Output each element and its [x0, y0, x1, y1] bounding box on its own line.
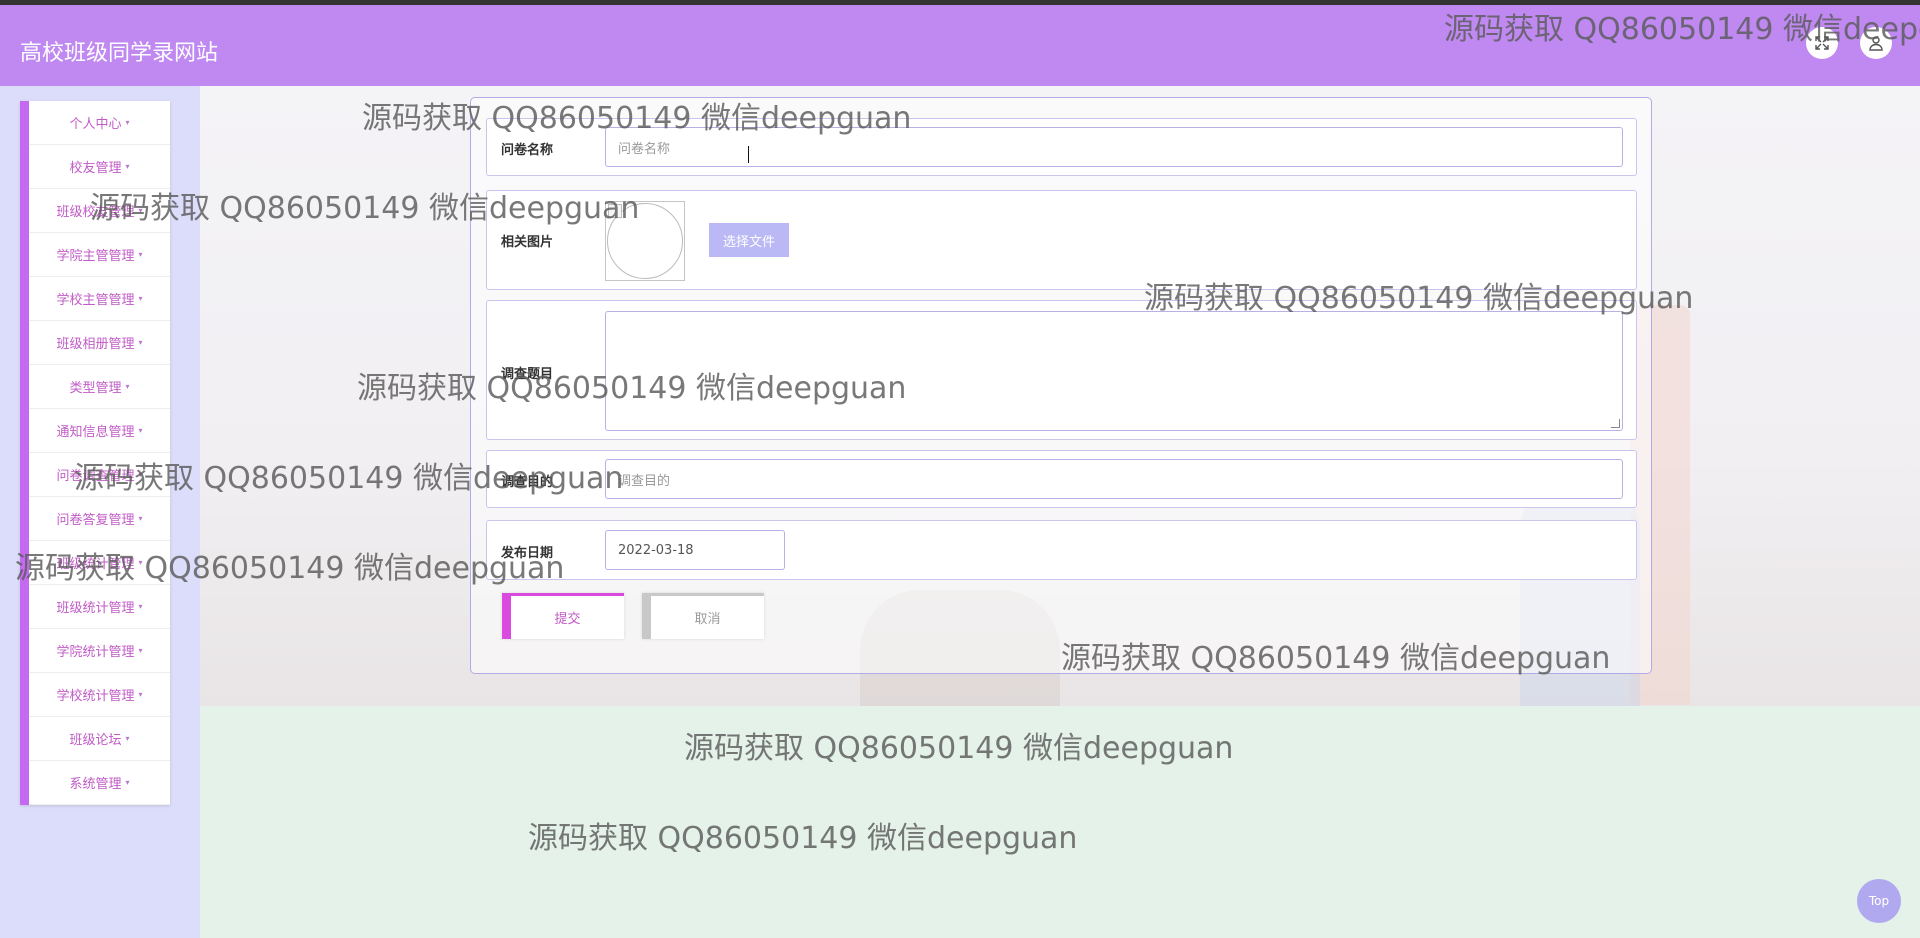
resize-handle-icon[interactable]	[1611, 419, 1620, 428]
watermark-text: 源码获取 QQ86050149 微信deepguan	[1061, 641, 1611, 676]
cancel-button[interactable]: 取消	[642, 593, 764, 639]
sidebar-item-personal-center[interactable]: 个人中心 ▾	[29, 101, 170, 145]
sidebar-item-label: 学校主管管理	[56, 293, 135, 308]
caret-down-icon: ▾	[125, 734, 130, 743]
caret-down-icon: ▾	[125, 118, 130, 127]
choose-file-button[interactable]: 选择文件	[709, 223, 789, 257]
form-row-date: 发布日期 2022-03-18	[486, 520, 1637, 580]
caret-down-icon: ▾	[138, 514, 143, 523]
survey-name-placeholder: 问卷名称	[618, 141, 671, 157]
watermark-text: 源码获取 QQ86050149 微信deepguan	[1144, 281, 1694, 316]
caret-down-icon: ▾	[138, 602, 143, 611]
caret-down-icon: ▾	[125, 162, 130, 171]
sidebar-item-college-admin[interactable]: 学院主管管理 ▾	[29, 233, 170, 277]
sidebar-item-school-stats[interactable]: 学校统计管理 ▾	[29, 673, 170, 717]
watermark-text: 源码获取 QQ86050149 微信deepguan	[362, 101, 912, 136]
sidebar-item-label: 班级相册管理	[56, 337, 135, 352]
image-label: 相关图片	[501, 235, 554, 250]
text-cursor	[748, 146, 749, 163]
sidebar-item-college-stats[interactable]: 学院统计管理 ▾	[29, 629, 170, 673]
sidebar-item-label: 学院主管管理	[56, 249, 135, 264]
submit-button[interactable]: 提交	[502, 593, 624, 639]
caret-down-icon: ▾	[138, 426, 143, 435]
sidebar-item-label: 问卷答复管理	[56, 513, 135, 528]
sidebar-item-system[interactable]: 系统管理 ▾	[29, 761, 170, 805]
sidebar-item-types[interactable]: 类型管理 ▾	[29, 365, 170, 409]
survey-purpose-placeholder: 调查目的	[618, 473, 671, 489]
form-row-purpose: 调查目的 调查目的	[486, 450, 1637, 508]
caret-down-icon: ▾	[138, 250, 143, 259]
survey-purpose-input[interactable]: 调查目的	[605, 459, 1623, 499]
watermark-text: 源码获取 QQ86050149 微信deepguan	[528, 821, 1078, 856]
watermark-text: 源码获取 QQ86050149 微信deepguan	[74, 461, 624, 496]
watermark-text: 源码获取 QQ86050149 微信deepguan	[357, 371, 907, 406]
sidebar-item-label: 个人中心	[69, 117, 122, 132]
watermark-text: 源码获取 QQ86050149 微信deepguan	[1444, 12, 1920, 47]
sidebar-item-label: 校友管理	[69, 161, 122, 176]
sidebar-item-class-stats[interactable]: 班级统计管理 ▾	[29, 585, 170, 629]
back-to-top-button[interactable]: Top	[1857, 879, 1901, 923]
caret-down-icon: ▾	[138, 646, 143, 655]
watermark-text: 源码获取 QQ86050149 微信deepguan	[684, 731, 1234, 766]
name-label: 问卷名称	[501, 143, 554, 158]
caret-down-icon: ▾	[125, 382, 130, 391]
app-title: 高校班级同学录网站	[20, 41, 219, 66]
sidebar-item-notices[interactable]: 通知信息管理 ▾	[29, 409, 170, 453]
caret-down-icon: ▾	[138, 294, 143, 303]
watermark-text: 源码获取 QQ86050149 微信deepguan	[15, 551, 565, 586]
sidebar-item-label: 学院统计管理	[56, 645, 135, 660]
sidebar-item-label: 班级统计管理	[56, 601, 135, 616]
sidebar-item-label: 学校统计管理	[56, 689, 135, 704]
publish-date-value: 2022-03-18	[618, 542, 694, 558]
sidebar-item-label: 通知信息管理	[56, 425, 135, 440]
sidebar-item-label: 类型管理	[69, 381, 122, 396]
caret-down-icon: ▾	[138, 690, 143, 699]
sidebar-item-class-forum[interactable]: 班级论坛 ▾	[29, 717, 170, 761]
publish-date-input[interactable]: 2022-03-18	[605, 530, 785, 570]
sidebar-item-survey-replies[interactable]: 问卷答复管理 ▾	[29, 497, 170, 541]
sidebar-item-school-admin[interactable]: 学校主管管理 ▾	[29, 277, 170, 321]
sidebar-item-class-album[interactable]: 班级相册管理 ▾	[29, 321, 170, 365]
caret-down-icon: ▾	[125, 778, 130, 787]
sidebar-item-label: 班级论坛	[69, 733, 122, 748]
caret-down-icon: ▾	[138, 338, 143, 347]
watermark-text: 源码获取 QQ86050149 微信deepguan	[90, 191, 640, 226]
sidebar-item-label: 系统管理	[69, 777, 122, 792]
